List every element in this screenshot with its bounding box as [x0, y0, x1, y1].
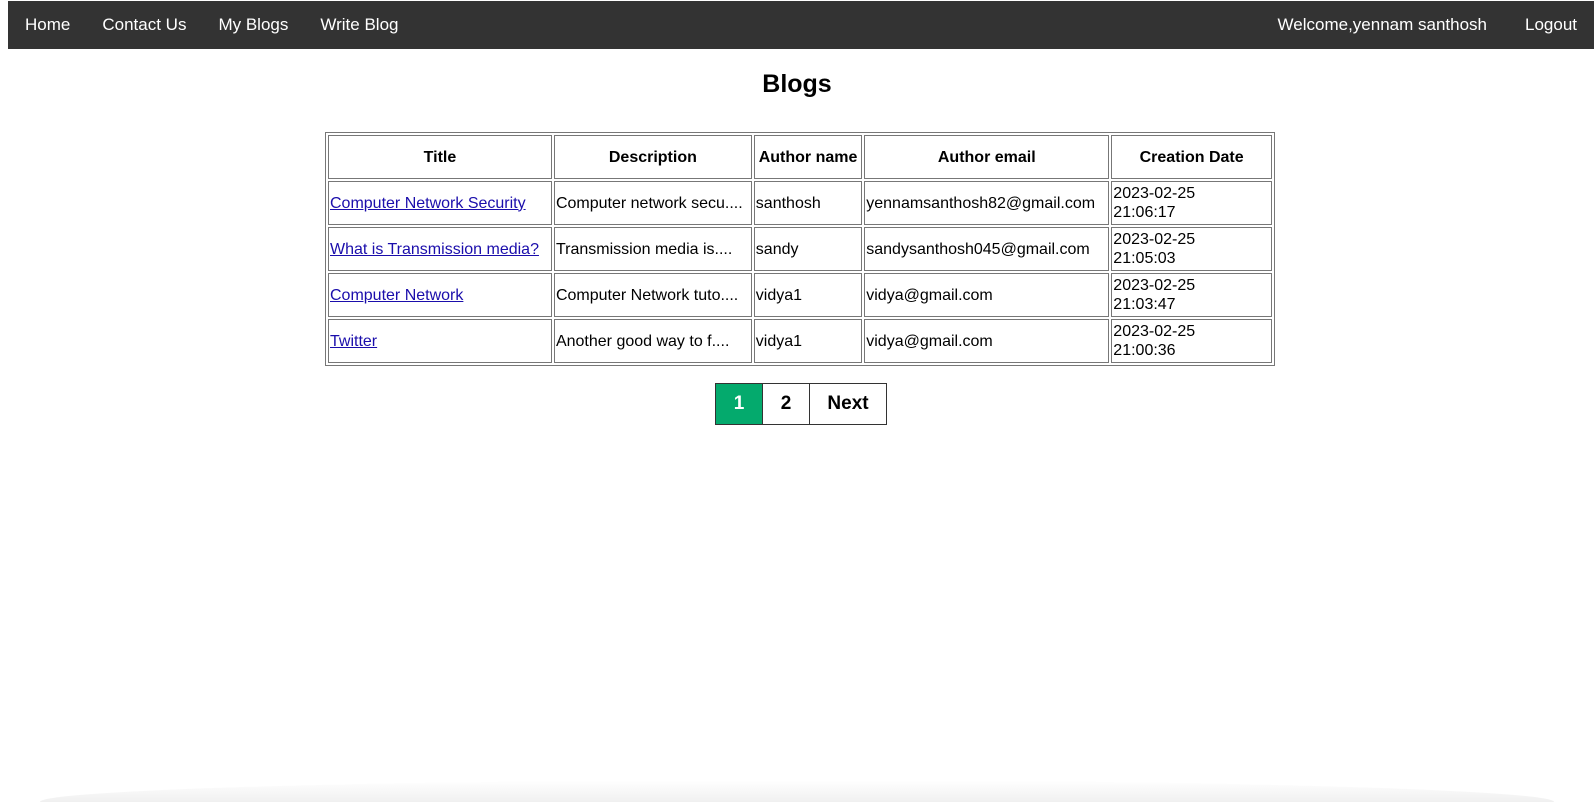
- author-cell: vidya1: [753, 273, 863, 317]
- blog-title-link[interactable]: Computer Network: [330, 287, 463, 304]
- time-text: 21:06:17: [1113, 204, 1176, 221]
- header-author-name: Author name: [753, 135, 863, 179]
- table-row: Twitter Another good way to f.... vidya1…: [328, 319, 1272, 363]
- next-page-button[interactable]: Next: [809, 383, 887, 425]
- page-1-button[interactable]: 1: [715, 383, 763, 425]
- time-text: 21:05:03: [1113, 250, 1176, 267]
- time-text: 21:00:36: [1113, 342, 1176, 359]
- nav-links: Home Contact Us My Blogs Write Blog: [8, 1, 414, 49]
- pagination: 1 2 Next: [715, 383, 887, 425]
- header-author-email: Author email: [864, 135, 1110, 179]
- welcome-text: Welcome,yennam santhosh: [1277, 15, 1487, 34]
- blogs-table: Title Description Author name Author ema…: [325, 132, 1275, 366]
- date-cell: 2023-02-25 21:05:03: [1111, 227, 1272, 271]
- title-cell: Computer Network Security: [328, 181, 552, 225]
- description-cell: Computer network secu....: [553, 181, 752, 225]
- bottom-shadow: [40, 780, 1554, 802]
- date-text: 2023-02-25: [1113, 185, 1196, 202]
- description-cell: Transmission media is....: [553, 227, 752, 271]
- page: Home Contact Us My Blogs Write Blog Welc…: [0, 0, 1594, 802]
- email-cell: yennamsanthosh82@gmail.com: [864, 181, 1110, 225]
- table-row: Computer Network Security Computer netwo…: [328, 181, 1272, 225]
- blog-title-link[interactable]: What is Transmission media?: [330, 241, 539, 258]
- date-text: 2023-02-25: [1113, 231, 1196, 248]
- logout-link[interactable]: Logout: [1525, 1, 1594, 49]
- date-cell: 2023-02-25 21:03:47: [1111, 273, 1272, 317]
- header-title: Title: [328, 135, 552, 179]
- header-description: Description: [553, 135, 752, 179]
- nav-user-area: Welcome,yennam santhosh Logout: [1278, 1, 1594, 49]
- email-cell: vidya@gmail.com: [864, 273, 1110, 317]
- email-cell: sandysanthosh045@gmail.com: [864, 227, 1110, 271]
- author-cell: vidya1: [753, 319, 863, 363]
- nav-home-link[interactable]: Home: [8, 1, 86, 49]
- blog-title-link[interactable]: Computer Network Security: [330, 195, 526, 212]
- date-cell: 2023-02-25 21:00:36: [1111, 319, 1272, 363]
- top-navigation-bar: Home Contact Us My Blogs Write Blog Welc…: [8, 1, 1594, 49]
- date-text: 2023-02-25: [1113, 277, 1196, 294]
- title-cell: Computer Network: [328, 273, 552, 317]
- title-cell: Twitter: [328, 319, 552, 363]
- nav-write-blog-link[interactable]: Write Blog: [304, 1, 414, 49]
- date-cell: 2023-02-25 21:06:17: [1111, 181, 1272, 225]
- date-text: 2023-02-25: [1113, 323, 1196, 340]
- header-creation-date: Creation Date: [1111, 135, 1272, 179]
- description-cell: Another good way to f....: [553, 319, 752, 363]
- nav-contact-us-link[interactable]: Contact Us: [86, 1, 202, 49]
- blog-title-link[interactable]: Twitter: [330, 333, 377, 350]
- page-title: Blogs: [762, 70, 832, 98]
- table-header-row: Title Description Author name Author ema…: [328, 135, 1272, 179]
- email-cell: vidya@gmail.com: [864, 319, 1110, 363]
- author-cell: santhosh: [753, 181, 863, 225]
- page-2-button[interactable]: 2: [762, 383, 810, 425]
- nav-my-blogs-link[interactable]: My Blogs: [202, 1, 304, 49]
- description-cell: Computer Network tuto....: [553, 273, 752, 317]
- table-row: Computer Network Computer Network tuto..…: [328, 273, 1272, 317]
- author-cell: sandy: [753, 227, 863, 271]
- title-cell: What is Transmission media?: [328, 227, 552, 271]
- table-row: What is Transmission media? Transmission…: [328, 227, 1272, 271]
- time-text: 21:03:47: [1113, 296, 1176, 313]
